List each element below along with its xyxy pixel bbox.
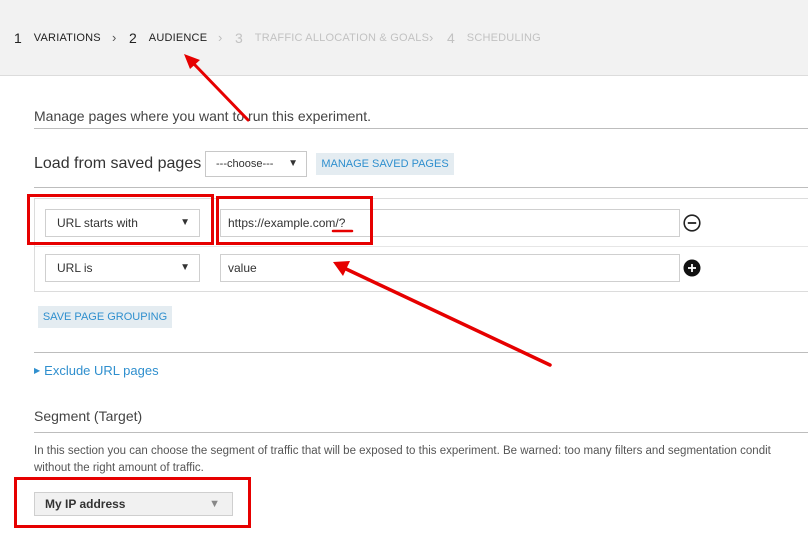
annotation-arrows: [184, 54, 552, 367]
annotation-arrow: [192, 62, 250, 122]
annotation-arrow: [342, 266, 552, 367]
